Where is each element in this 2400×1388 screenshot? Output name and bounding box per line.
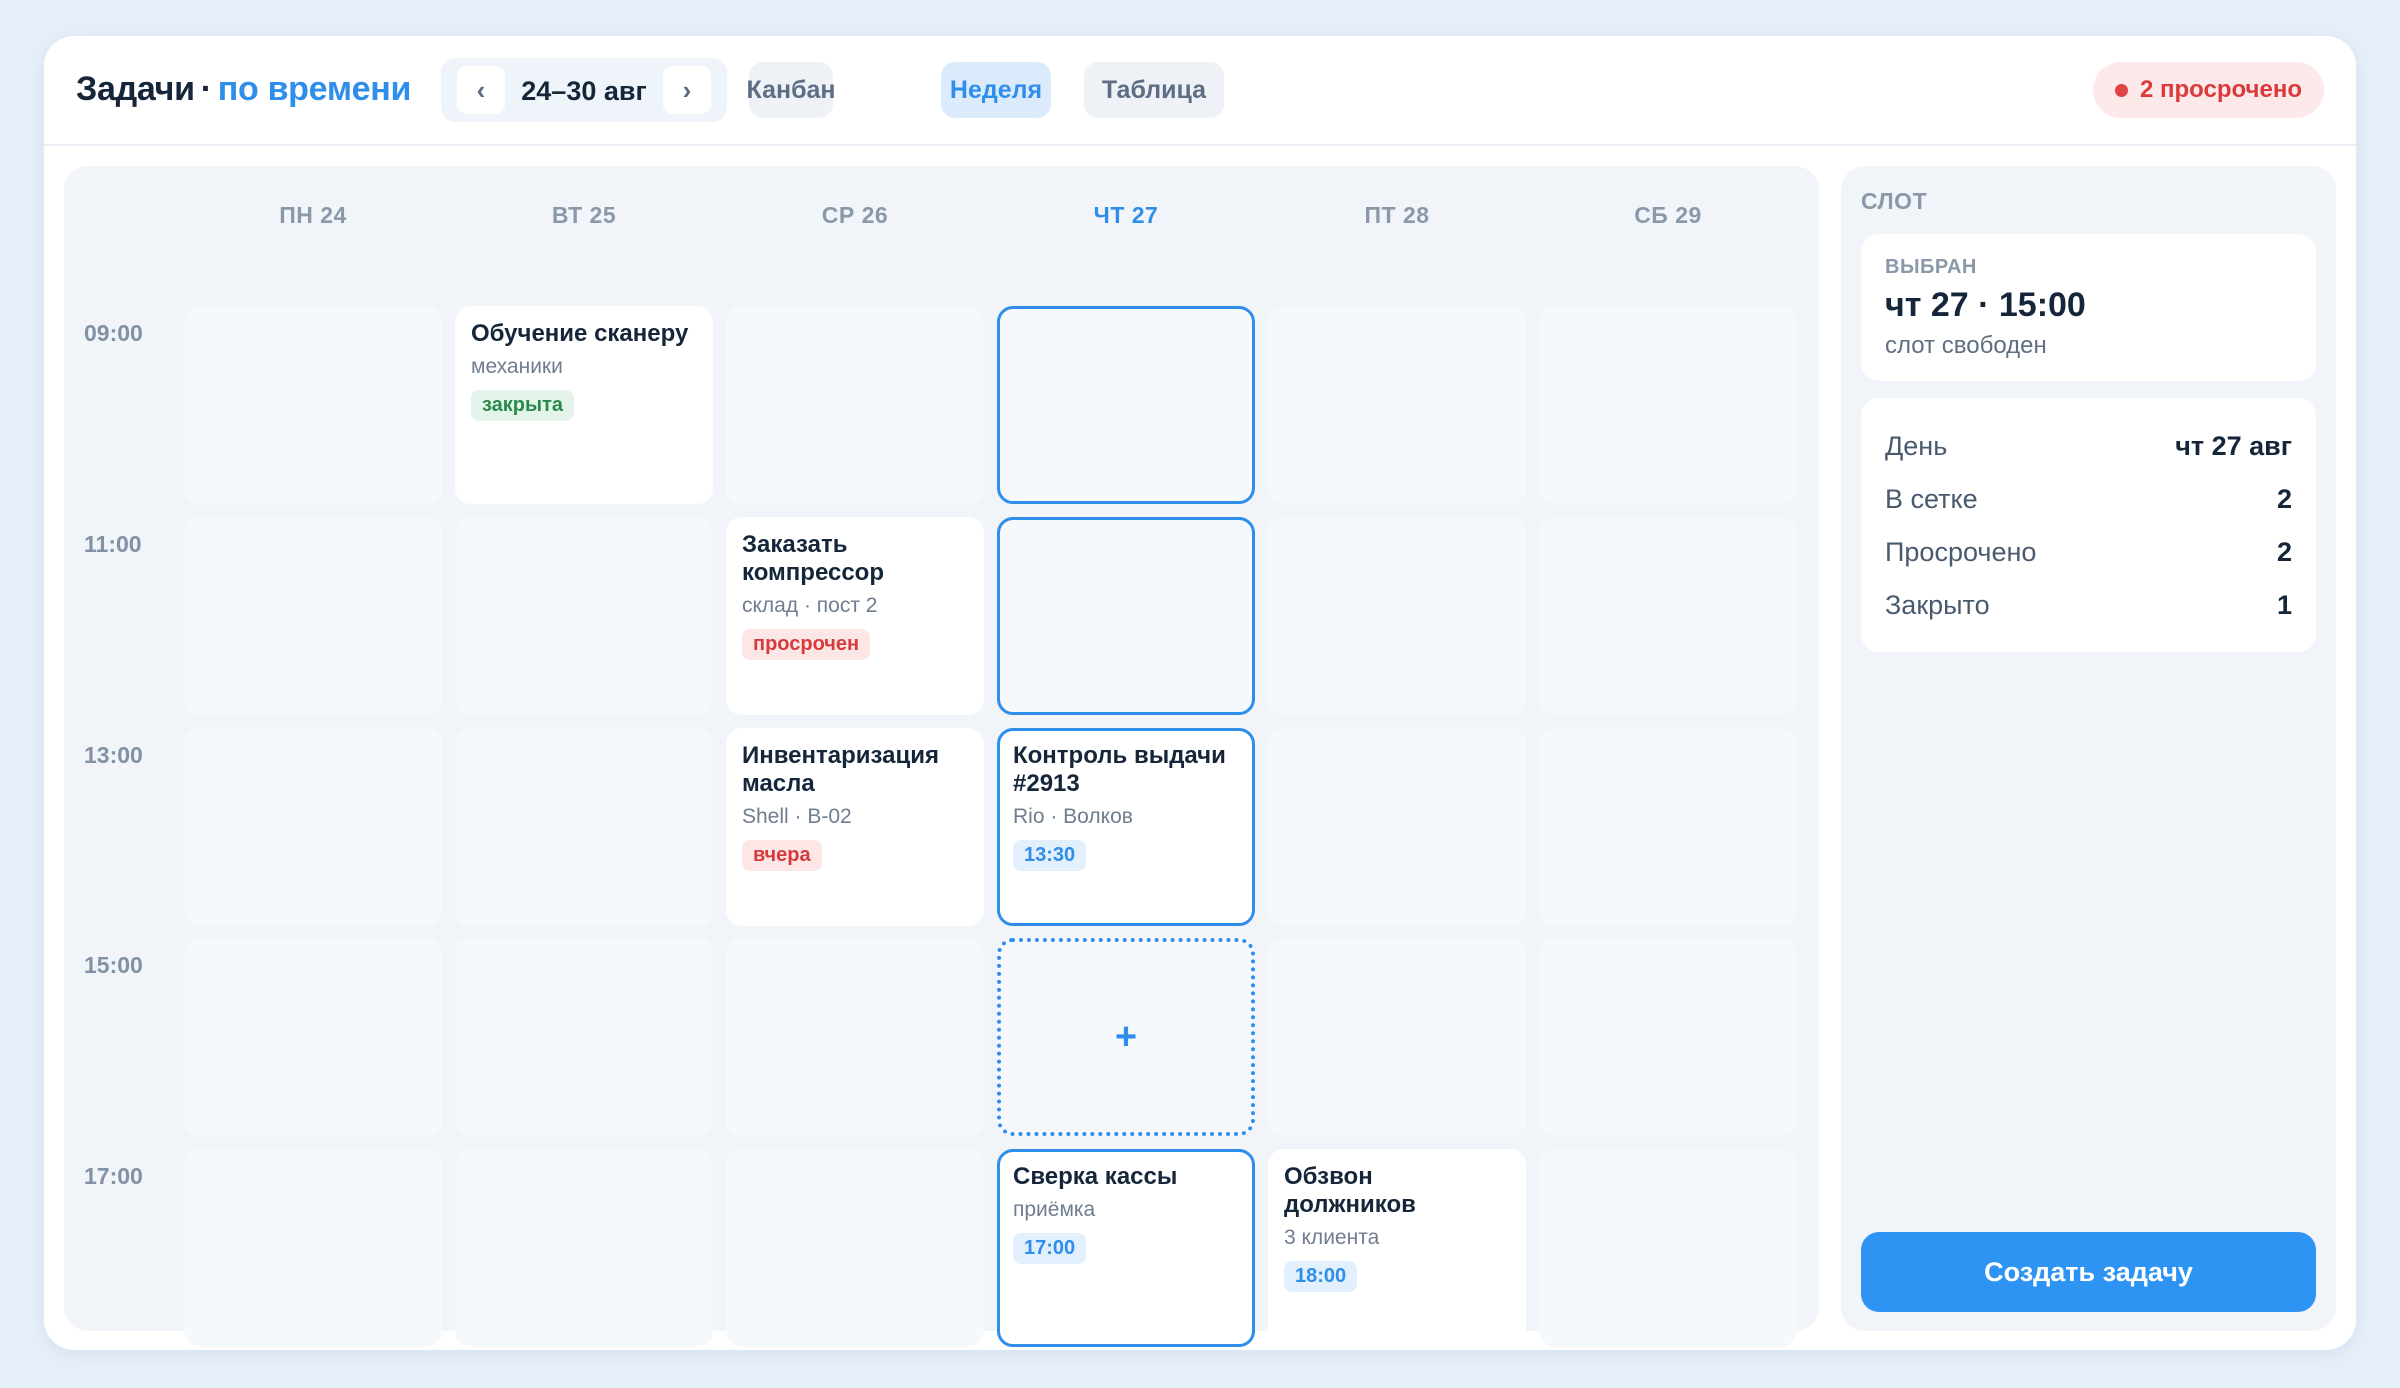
chevron-right-icon: › bbox=[682, 74, 692, 105]
grid-cell[interactable] bbox=[1268, 938, 1526, 1136]
time-label: 09:00 bbox=[84, 320, 143, 346]
day-header: ПН 24 bbox=[279, 202, 347, 228]
selected-slot-value: чт 27 · 15:00 bbox=[1885, 286, 2086, 324]
app-window: Задачи · по времени ‹ 24–30 авг › Канбан Н… bbox=[44, 36, 2356, 1350]
grid-cell[interactable] bbox=[184, 306, 442, 504]
status-dot-icon bbox=[2114, 83, 2128, 97]
grid-cell[interactable] bbox=[1539, 306, 1797, 504]
stat-row-in-grid: В сетке 2 bbox=[1885, 481, 2292, 517]
grid-cell[interactable] bbox=[455, 938, 713, 1136]
time-badge: 17:00 bbox=[1013, 1233, 1087, 1264]
status-badge: вчера bbox=[742, 840, 822, 871]
task-subtitle: Rio · Волков bbox=[1013, 805, 1133, 828]
stat-label: Просрочено bbox=[1885, 536, 2037, 567]
grid-cell[interactable] bbox=[726, 306, 984, 504]
date-range-switcher: ‹ 24–30 авг › bbox=[441, 58, 727, 122]
task-title: Обзвон должников bbox=[1284, 1163, 1416, 1218]
stat-value: 2 bbox=[2276, 483, 2292, 514]
grid-cell-today[interactable] bbox=[997, 517, 1255, 715]
stat-value: 2 bbox=[2276, 536, 2292, 567]
stat-value: чт 27 авг bbox=[2175, 430, 2292, 461]
task-subtitle: Shell · B-02 bbox=[742, 805, 852, 828]
grid-cell[interactable] bbox=[726, 938, 984, 1136]
stat-label: День bbox=[1885, 430, 1948, 461]
task-title: Контроль выдачи #2913 bbox=[1013, 742, 1226, 797]
stat-row-day: День чт 27 авг bbox=[1885, 428, 2292, 464]
time-label: 15:00 bbox=[84, 952, 143, 978]
grid-cell[interactable] bbox=[1268, 306, 1526, 504]
time-label: 11:00 bbox=[84, 531, 142, 557]
grid-cell[interactable] bbox=[1539, 728, 1797, 926]
time-badge: 13:30 bbox=[1013, 840, 1087, 871]
grid-cell[interactable] bbox=[455, 728, 713, 926]
task-subtitle: приёмка bbox=[1013, 1198, 1096, 1221]
selected-slot-label: ВЫБРАН bbox=[1885, 256, 1977, 278]
task-title: Обучение сканеру bbox=[471, 320, 689, 347]
selected-slot[interactable]: + bbox=[997, 938, 1255, 1136]
tab-week[interactable]: Неделя bbox=[941, 62, 1051, 118]
task-card[interactable]: Инвентаризация масла Shell · B-02 вчера bbox=[726, 728, 984, 926]
selected-slot-status: слот свободен bbox=[1885, 332, 2047, 359]
slot-panel: СЛОТ ВЫБРАН чт 27 · 15:00 слот свободен … bbox=[1841, 166, 2336, 1331]
grid-cell[interactable] bbox=[1268, 728, 1526, 926]
day-header: СР 26 bbox=[821, 202, 889, 228]
day-header-today: ЧТ 27 bbox=[1093, 202, 1159, 228]
stat-label: В сетке bbox=[1885, 483, 1978, 514]
overdue-badge[interactable]: 2 просрочено bbox=[2092, 62, 2324, 118]
stat-value: 1 bbox=[2276, 589, 2292, 620]
plus-icon: + bbox=[1114, 1015, 1138, 1058]
stat-row-overdue: Просрочено 2 bbox=[1885, 534, 2292, 570]
grid-cell[interactable] bbox=[184, 938, 442, 1136]
grid-cell[interactable] bbox=[455, 1149, 713, 1347]
tab-kanban[interactable]: Канбан bbox=[747, 62, 836, 118]
time-badge: 18:00 bbox=[1284, 1261, 1358, 1292]
tab-table[interactable]: Таблица bbox=[1084, 62, 1224, 118]
day-header: СБ 29 bbox=[1634, 202, 1702, 228]
task-card[interactable]: Обзвон должников 3 клиента 18:00 bbox=[1268, 1149, 1526, 1347]
page-title-mode: по времени bbox=[217, 70, 412, 108]
stat-label: Закрыто bbox=[1885, 589, 1990, 620]
task-subtitle: 3 клиента bbox=[1284, 1226, 1380, 1249]
day-header: ВТ 25 bbox=[551, 202, 617, 228]
next-week-button[interactable]: › bbox=[663, 66, 711, 114]
task-title: Сверка кассы bbox=[1013, 1163, 1178, 1190]
task-subtitle: механики bbox=[471, 355, 563, 378]
grid-cell[interactable] bbox=[184, 517, 442, 715]
task-card[interactable]: Заказать компрессор склад · пост 2 проср… bbox=[726, 517, 984, 715]
overdue-badge-label: 2 просрочено bbox=[2139, 76, 2302, 103]
page-title-separator: · bbox=[200, 70, 212, 108]
grid-cell[interactable] bbox=[1539, 938, 1797, 1136]
page-title: Задачи · по времени bbox=[76, 70, 411, 109]
stat-row-closed: Закрыто 1 bbox=[1885, 587, 2292, 623]
task-card[interactable]: Обучение сканеру механики закрыта bbox=[455, 306, 713, 504]
time-label: 13:00 bbox=[84, 742, 143, 768]
status-badge: закрыта bbox=[471, 390, 575, 421]
stats-card: День чт 27 авг В сетке 2 Просрочено 2 За… bbox=[1861, 398, 2316, 652]
grid-cell[interactable] bbox=[184, 728, 442, 926]
task-title: Заказать компрессор bbox=[742, 531, 884, 586]
grid-cell[interactable] bbox=[1539, 1149, 1797, 1347]
status-badge: просрочен bbox=[742, 629, 871, 660]
task-card[interactable]: Сверка кассы приёмка 17:00 bbox=[997, 1149, 1255, 1347]
grid-cell-today[interactable] bbox=[997, 306, 1255, 504]
week-grid: ПН 24 ВТ 25 СР 26 ЧТ 27 ПТ 28 СБ 29 09:0… bbox=[64, 166, 1819, 1347]
day-header: ПТ 28 bbox=[1364, 202, 1430, 228]
task-subtitle: склад · пост 2 bbox=[742, 594, 878, 617]
header: Задачи · по времени ‹ 24–30 авг › Канбан Н… bbox=[44, 36, 2356, 146]
task-card[interactable]: Контроль выдачи #2913 Rio · Волков 13:30 bbox=[997, 728, 1255, 926]
slot-panel-heading: СЛОТ bbox=[1861, 188, 1928, 214]
selected-slot-card: ВЫБРАН чт 27 · 15:00 слот свободен bbox=[1861, 234, 2316, 381]
grid-cell[interactable] bbox=[455, 517, 713, 715]
time-label: 17:00 bbox=[84, 1163, 143, 1189]
task-title: Инвентаризация масла bbox=[742, 742, 940, 797]
grid-cell[interactable] bbox=[1539, 517, 1797, 715]
page-title-main: Задачи bbox=[76, 70, 195, 108]
create-task-button[interactable]: Создать задачу bbox=[1861, 1232, 2316, 1312]
grid-cell[interactable] bbox=[726, 1149, 984, 1347]
grid-cell[interactable] bbox=[1268, 517, 1526, 715]
grid-cell[interactable] bbox=[184, 1149, 442, 1347]
